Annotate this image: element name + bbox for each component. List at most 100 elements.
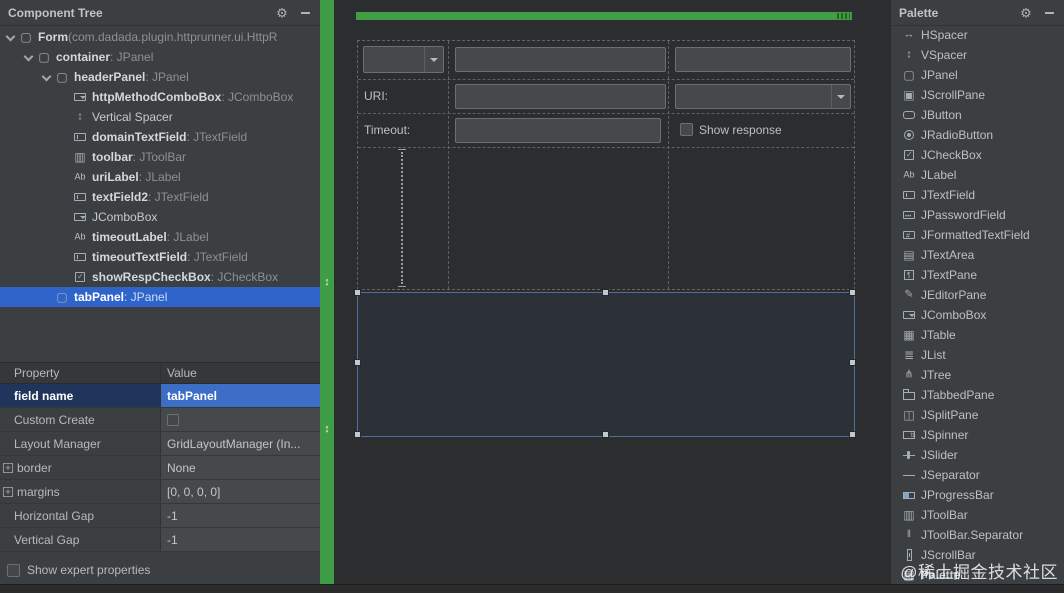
resize-handle-w[interactable] bbox=[354, 359, 361, 366]
property-value-cell[interactable] bbox=[160, 408, 320, 431]
palette-item-jtextfield[interactable]: JTextField bbox=[891, 185, 1064, 205]
property-value-cell[interactable]: -1 bbox=[160, 528, 320, 551]
tree-item-httpmethodcombobox[interactable]: httpMethodComboBox : JComboBox bbox=[0, 87, 320, 107]
tree-item-toolbar[interactable]: toolbar : JToolBar bbox=[0, 147, 320, 167]
tree-item-form[interactable]: Form (com.dadada.plugin.httprunner.ui.Ht… bbox=[0, 27, 320, 47]
minimize-icon[interactable] bbox=[300, 7, 312, 19]
show-expert-properties-checkbox[interactable] bbox=[7, 563, 20, 577]
palette-item-label: JToolBar bbox=[921, 508, 968, 522]
resize-handle-sw[interactable] bbox=[354, 431, 361, 438]
timeout-label[interactable]: Timeout: bbox=[364, 113, 410, 147]
tree-item-type: : JPanel bbox=[145, 70, 189, 84]
resize-handle-e[interactable] bbox=[849, 359, 856, 366]
chevron-down-icon[interactable] bbox=[22, 51, 34, 63]
resize-handle-ne[interactable] bbox=[849, 289, 856, 296]
jpanel-icon bbox=[54, 69, 70, 85]
tree-item-type: : JPanel bbox=[110, 50, 154, 64]
chevron-down-icon[interactable] bbox=[40, 71, 52, 83]
palette-item-jtextpane[interactable]: JTextPane bbox=[891, 265, 1064, 285]
tree-item-timeouttextfield[interactable]: timeoutTextField : JTextField bbox=[0, 247, 320, 267]
property-row-vertical-gap[interactable]: Vertical Gap -1 bbox=[0, 528, 320, 552]
expand-icon[interactable] bbox=[3, 487, 13, 497]
resize-handle-n[interactable] bbox=[602, 289, 609, 296]
palette-item-jtable[interactable]: JTable bbox=[891, 325, 1064, 345]
tree-item-vertical-spacer[interactable]: Vertical Spacer bbox=[0, 107, 320, 127]
http-method-combobox[interactable] bbox=[363, 46, 444, 73]
palette-item-jseparator[interactable]: JSeparator bbox=[891, 465, 1064, 485]
gear-icon[interactable] bbox=[1019, 6, 1033, 20]
tree-item-timeoutlabel[interactable]: timeoutLabel : JLabel bbox=[0, 227, 320, 247]
design-canvas[interactable]: URI: Timeout: Show response bbox=[334, 0, 890, 584]
gear-icon[interactable] bbox=[275, 6, 289, 20]
property-value-cell[interactable]: tabPanel bbox=[160, 384, 320, 407]
palette-item-jtoolbar[interactable]: JToolBar bbox=[891, 505, 1064, 525]
palette-item-jprogressbar[interactable]: JProgressBar bbox=[891, 485, 1064, 505]
tree-item-container[interactable]: container : JPanel bbox=[0, 47, 320, 67]
property-row-custom-create[interactable]: Custom Create bbox=[0, 408, 320, 432]
uri-combobox[interactable] bbox=[675, 84, 851, 109]
palette-item-label: JSeparator bbox=[921, 468, 980, 482]
palette-item-jformattedtextfield[interactable]: JFormattedTextField bbox=[891, 225, 1064, 245]
tree-item-textfield2[interactable]: textField2 : JTextField bbox=[0, 187, 320, 207]
row-resize-icon[interactable]: ↕ bbox=[320, 277, 334, 288]
palette-item-jpanel[interactable]: JPanel bbox=[891, 65, 1064, 85]
palette-item-jbutton[interactable]: JButton bbox=[891, 105, 1064, 125]
palette-item-jtree[interactable]: JTree bbox=[891, 365, 1064, 385]
property-value-cell[interactable]: [0, 0, 0, 0] bbox=[160, 480, 320, 503]
tree-item-urilabel[interactable]: uriLabel : JLabel bbox=[0, 167, 320, 187]
row-resize-icon[interactable]: ↕ bbox=[320, 424, 334, 435]
resize-handle-se[interactable] bbox=[849, 431, 856, 438]
property-value-cell[interactable]: GridLayoutManager (In... bbox=[160, 432, 320, 455]
tree-item-jcombobox[interactable]: JComboBox bbox=[0, 207, 320, 227]
tree-item-showrespcheckbox[interactable]: showRespCheckBox : JCheckBox bbox=[0, 267, 320, 287]
palette-item-jsplitpane[interactable]: JSplitPane bbox=[891, 405, 1064, 425]
header-textfield[interactable] bbox=[675, 47, 851, 72]
palette-item-jlabel[interactable]: JLabel bbox=[891, 165, 1064, 185]
palette-item-jtextarea[interactable]: JTextArea bbox=[891, 245, 1064, 265]
palette-item-hspacer[interactable]: HSpacer bbox=[891, 25, 1064, 45]
palette-item-jscrollpane[interactable]: JScrollPane bbox=[891, 85, 1064, 105]
jslider-icon bbox=[901, 447, 917, 463]
tree-item-tabpanel[interactable]: tabPanel : JPanel bbox=[0, 287, 320, 307]
timeout-textfield[interactable] bbox=[455, 118, 661, 143]
property-row-layout-manager[interactable]: Layout Manager GridLayoutManager (In... bbox=[0, 432, 320, 456]
palette-item-jcombobox[interactable]: JComboBox bbox=[891, 305, 1064, 325]
property-row-border[interactable]: border None bbox=[0, 456, 320, 480]
resize-handle-s[interactable] bbox=[602, 431, 609, 438]
palette-item-jlist[interactable]: JList bbox=[891, 345, 1064, 365]
show-response-checkbox[interactable] bbox=[680, 123, 693, 136]
resize-handle-nw[interactable] bbox=[354, 289, 361, 296]
uri-textfield[interactable] bbox=[455, 84, 666, 109]
vertical-caption-bar[interactable]: ↕ ↕ bbox=[320, 0, 334, 593]
chevron-down-icon[interactable] bbox=[4, 31, 16, 43]
palette-item-jspinner[interactable]: JSpinner bbox=[891, 425, 1064, 445]
tab-panel-selected[interactable] bbox=[354, 289, 856, 438]
palette-list: HSpacer VSpacer JPanel JScrollPane JButton JR… bbox=[891, 25, 1064, 584]
property-value-cell[interactable]: -1 bbox=[160, 504, 320, 527]
palette-item-jtoolbar-separator[interactable]: JToolBar.Separator bbox=[891, 525, 1064, 545]
vertical-spacer-widget[interactable] bbox=[398, 149, 406, 287]
palette-item-vspacer[interactable]: VSpacer bbox=[891, 45, 1064, 65]
show-response-label[interactable]: Show response bbox=[699, 113, 782, 147]
value-checkbox[interactable] bbox=[167, 413, 179, 426]
property-value-cell[interactable]: None bbox=[160, 456, 320, 479]
property-row-horizontal-gap[interactable]: Horizontal Gap -1 bbox=[0, 504, 320, 528]
palette-item-jtabbedpane[interactable]: JTabbedPane bbox=[891, 385, 1064, 405]
palette-item-jslider[interactable]: JSlider bbox=[891, 445, 1064, 465]
header-panel-design[interactable]: URI: Timeout: Show response bbox=[357, 40, 855, 290]
expand-icon[interactable] bbox=[3, 463, 13, 473]
palette-item-jcheckbox[interactable]: JCheckBox bbox=[891, 145, 1064, 165]
tree-item-domaintextfield[interactable]: domainTextField : JTextField bbox=[0, 127, 320, 147]
jlabel-icon bbox=[72, 169, 88, 185]
minimize-icon[interactable] bbox=[1044, 7, 1056, 19]
tree-item-headerpanel[interactable]: headerPanel : JPanel bbox=[0, 67, 320, 87]
palette-item-jpasswordfield[interactable]: JPasswordField bbox=[891, 205, 1064, 225]
horizontal-caption-bar[interactable] bbox=[356, 12, 852, 20]
domain-textfield[interactable] bbox=[455, 47, 666, 72]
jcombobox-icon bbox=[901, 307, 917, 323]
palette-item-jeditorpane[interactable]: JEditorPane bbox=[891, 285, 1064, 305]
property-row-field-name[interactable]: field name tabPanel bbox=[0, 384, 320, 408]
property-row-margins[interactable]: margins [0, 0, 0, 0] bbox=[0, 480, 320, 504]
uri-label[interactable]: URI: bbox=[364, 79, 388, 113]
palette-item-jradiobutton[interactable]: JRadioButton bbox=[891, 125, 1064, 145]
